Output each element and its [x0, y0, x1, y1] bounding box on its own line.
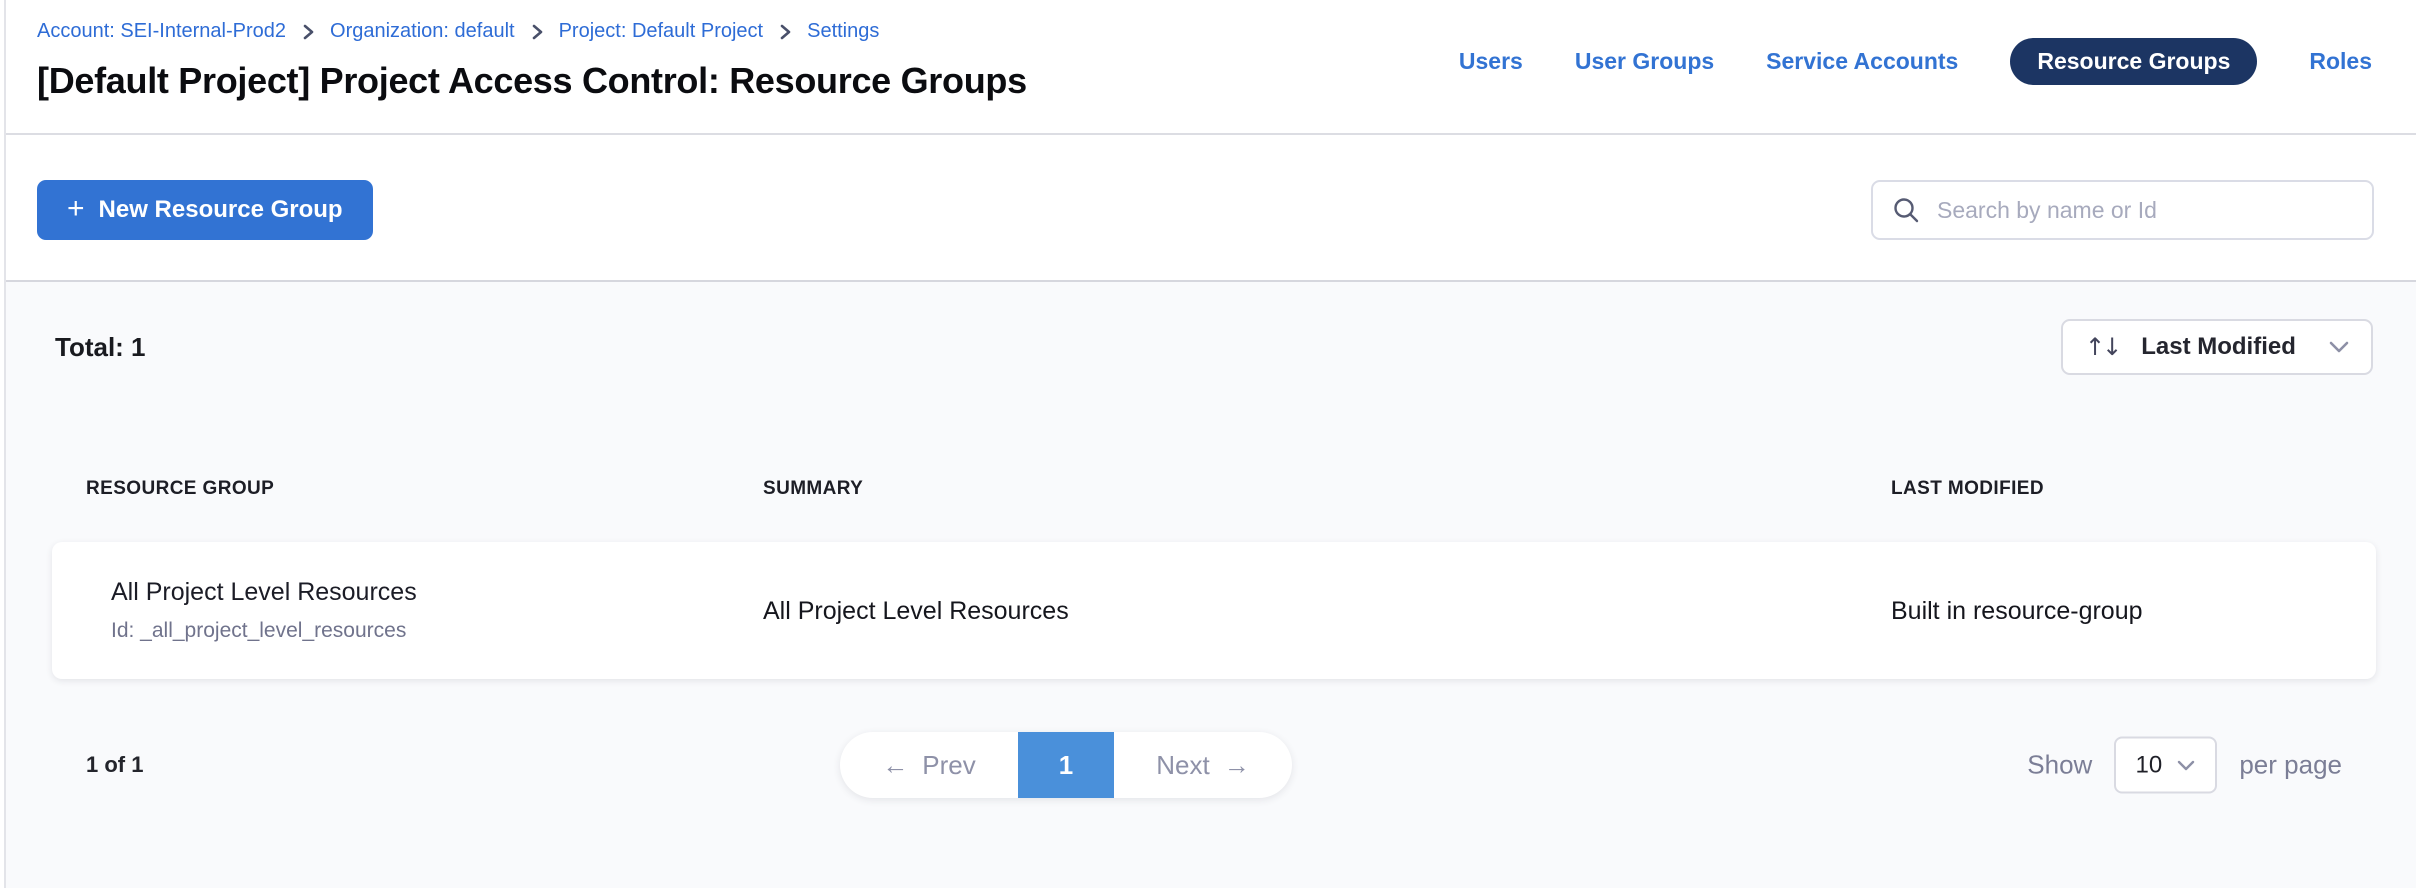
per-page-label: per page: [2239, 750, 2342, 781]
table-header-row: RESOURCE GROUP SUMMARY LAST MODIFIED: [86, 478, 2376, 500]
toolbar: + New Resource Group: [6, 135, 2416, 282]
column-header-resource-group: RESOURCE GROUP: [86, 478, 763, 500]
search-icon: [1891, 195, 1921, 225]
list-meta-row: Total: 1 ↑↓ Last Modified: [6, 319, 2416, 375]
current-page-button[interactable]: 1: [1018, 732, 1114, 798]
next-label: Next: [1156, 750, 1209, 781]
table-row[interactable]: All Project Level Resources Id: _all_pro…: [52, 542, 2376, 679]
sidebar-edge-divider: [4, 0, 6, 888]
chevron-down-icon: [2176, 758, 2196, 772]
breadcrumb-settings-link[interactable]: Settings: [807, 18, 879, 44]
arrow-right-icon: →: [1224, 750, 1250, 781]
chevron-right-icon: [777, 23, 793, 41]
resource-group-name: All Project Level Resources: [111, 578, 763, 606]
prev-page-button[interactable]: ← Prev: [840, 732, 1018, 798]
sort-dropdown[interactable]: ↑↓ Last Modified: [2061, 319, 2373, 375]
search-box: [1871, 180, 2374, 240]
plus-icon: +: [67, 194, 85, 224]
page-header: Account: SEI-Internal-Prod2 Organization…: [6, 0, 2416, 135]
chevron-right-icon: [300, 23, 316, 41]
last-modified-text: Built in resource-group: [1891, 597, 2376, 625]
prev-label: Prev: [922, 750, 975, 781]
arrow-left-icon: ←: [882, 750, 908, 781]
total-count-label: Total: 1: [55, 332, 146, 363]
breadcrumb-organization-link[interactable]: Organization: default: [330, 18, 515, 44]
summary-cell: All Project Level Resources: [763, 542, 1891, 679]
page-size-control: Show 10 per page: [2027, 737, 2342, 794]
page-size-value: 10: [2135, 751, 2162, 779]
breadcrumb-project-link[interactable]: Project: Default Project: [559, 18, 764, 44]
chevron-down-icon: [2327, 339, 2351, 355]
pager: ← Prev 1 Next →: [840, 732, 1292, 798]
page-size-select[interactable]: 10: [2114, 737, 2217, 794]
resource-groups-page: Account: SEI-Internal-Prod2 Organization…: [0, 0, 2416, 888]
sort-arrows-icon: ↑↓: [2085, 335, 2119, 359]
pagination-row: 1 of 1 ← Prev 1 Next → Show 10: [6, 732, 2416, 798]
access-control-nav: Users User Groups Service Accounts Resou…: [1459, 38, 2372, 85]
resource-groups-content: Total: 1 ↑↓ Last Modified RESOURCE GROUP…: [6, 282, 2416, 888]
summary-text: All Project Level Resources: [763, 597, 1891, 625]
tab-resource-groups-active[interactable]: Resource Groups: [2010, 38, 2257, 85]
column-header-last-modified: LAST MODIFIED: [1891, 478, 2376, 500]
next-page-button[interactable]: Next →: [1114, 732, 1292, 798]
breadcrumb-account-link[interactable]: Account: SEI-Internal-Prod2: [37, 18, 286, 44]
column-header-summary: SUMMARY: [763, 478, 1891, 500]
chevron-right-icon: [529, 23, 545, 41]
page-info-label: 1 of 1: [86, 752, 143, 778]
tab-service-accounts[interactable]: Service Accounts: [1766, 48, 1958, 75]
tab-users[interactable]: Users: [1459, 48, 1523, 75]
new-resource-group-label: New Resource Group: [99, 196, 343, 224]
sort-dropdown-value: Last Modified: [2135, 333, 2311, 361]
resource-group-cell: All Project Level Resources Id: _all_pro…: [86, 542, 763, 679]
show-label: Show: [2027, 750, 2092, 781]
tab-user-groups[interactable]: User Groups: [1575, 48, 1714, 75]
search-input[interactable]: [1937, 197, 2354, 224]
tab-roles[interactable]: Roles: [2309, 48, 2372, 75]
new-resource-group-button[interactable]: + New Resource Group: [37, 180, 373, 240]
resource-group-id: Id: _all_project_level_resources: [111, 619, 763, 643]
last-modified-cell: Built in resource-group: [1891, 542, 2376, 679]
